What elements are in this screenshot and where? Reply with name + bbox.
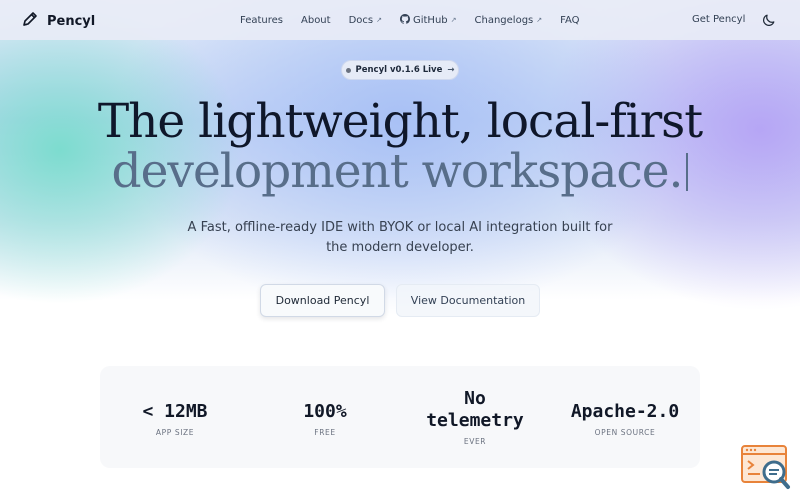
nav-link-label: Docs <box>348 14 374 26</box>
stat-caption: OPEN SOURCE <box>594 428 656 437</box>
hero-title-line1: The lightweight, local-first <box>97 94 703 149</box>
nav-link-label: About <box>301 14 331 26</box>
search-widget-icon[interactable] <box>740 444 792 496</box>
typing-cursor <box>686 153 689 191</box>
version-badge[interactable]: Pencyl v0.1.6 Live → <box>341 60 459 80</box>
download-button[interactable]: Download Pencyl <box>260 284 385 317</box>
stat-telemetry: No telemetry EVER <box>400 388 550 446</box>
get-pencyl-link[interactable]: Get Pencyl <box>692 14 745 25</box>
stat-value-line2: telemetry <box>426 410 524 431</box>
arrow-right-icon: → <box>447 65 455 75</box>
hero-subtitle-line2: the modern developer. <box>326 240 474 255</box>
hero-subtitle-line1: A Fast, offline-ready IDE with BYOK or l… <box>187 220 613 235</box>
view-documentation-button[interactable]: View Documentation <box>396 284 540 317</box>
brand-logo[interactable]: Pencyl <box>20 9 95 33</box>
status-dot <box>345 67 351 73</box>
stat-caption: APP SIZE <box>155 428 195 437</box>
stat-caption: FREE <box>314 428 336 437</box>
stat-license: Apache-2.0 OPEN SOURCE <box>550 401 700 437</box>
nav-link-changelogs[interactable]: Changelogs ↗ <box>475 15 543 26</box>
brand-name: Pencyl <box>47 13 96 29</box>
stat-free: 100% FREE <box>250 401 400 437</box>
hero-title-line2-text: development workspace. <box>111 144 684 199</box>
stat-app-size: < 12MB APP SIZE <box>100 401 250 437</box>
nav-link-features[interactable]: Features <box>240 15 283 26</box>
nav-links: Features About Docs ↗ GitHub ↗ Changelog… <box>240 0 598 40</box>
nav-link-docs[interactable]: Docs ↗ <box>349 15 382 26</box>
external-link-icon: ↗ <box>376 16 382 24</box>
stat-value: < 12MB <box>142 401 208 422</box>
stat-caption: EVER <box>463 437 487 446</box>
nav-link-label: GitHub <box>412 14 448 26</box>
external-link-icon: ↗ <box>536 16 543 24</box>
nav-link-label: Features <box>240 14 283 26</box>
pencil-icon <box>20 9 40 33</box>
hero-title-line2: development workspace. <box>0 144 800 199</box>
nav-link-label: FAQ <box>560 14 580 26</box>
stat-value: Apache-2.0 <box>570 401 680 422</box>
stat-value-line1: No <box>464 388 486 409</box>
version-label: Pencyl v0.1.6 Live <box>355 65 443 75</box>
nav-link-about[interactable]: About <box>301 15 331 26</box>
navbar: Pencyl Features About Docs ↗ GitHub ↗ Ch… <box>0 0 800 40</box>
stats-panel: < 12MB APP SIZE 100% FREE No telemetry E… <box>100 366 700 468</box>
external-link-icon: ↗ <box>450 16 457 24</box>
nav-link-faq[interactable]: FAQ <box>560 15 579 26</box>
github-icon <box>399 13 410 27</box>
moon-icon[interactable] <box>762 12 776 31</box>
stat-value: 100% <box>303 401 347 422</box>
nav-link-label: Changelogs <box>474 14 534 26</box>
nav-link-github[interactable]: GitHub ↗ <box>399 13 457 27</box>
